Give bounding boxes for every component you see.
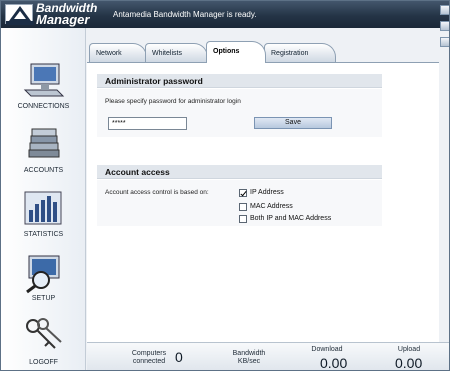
computers-connected-value: 0 — [175, 349, 183, 365]
options-panel: Administrator password Please specify pa… — [87, 62, 439, 342]
tab-bar: Network Whitelists Options Registration — [87, 41, 439, 63]
window-button-3[interactable] — [440, 37, 449, 47]
sidebar-item-connections[interactable]: CONNECTIONS — [1, 60, 86, 124]
accounts-icon — [28, 128, 60, 158]
computers-connected-label: Computers connected — [127, 350, 171, 366]
status-message: Antamedia Bandwidth Manager is ready. — [113, 10, 257, 19]
bandwidth-label-2: KB/sec — [237, 358, 261, 365]
account-access-heading: Account access — [97, 165, 382, 179]
both-ip-mac-checkbox[interactable] — [239, 215, 247, 223]
tab-network[interactable]: Network — [89, 43, 147, 62]
header-bar: Bandwidth Manager Antamedia Bandwidth Ma… — [1, 1, 449, 28]
mac-address-label: MAC Address — [250, 203, 293, 210]
status-bar: Computers connected 0 Bandwidth KB/sec D… — [87, 342, 449, 371]
sidebar-label-setup: SETUP — [31, 295, 56, 302]
tab-whitelists[interactable]: Whitelists — [145, 43, 208, 62]
sidebar-label-accounts: ACCOUNTS — [23, 167, 64, 174]
tab-registration[interactable]: Registration — [264, 43, 336, 62]
sidebar-item-setup[interactable]: SETUP — [1, 252, 86, 316]
sidebar-item-logoff[interactable]: LOGOFF — [1, 316, 86, 370]
magnifier-icon — [26, 255, 60, 294]
sidebar-label-logoff: LOGOFF — [29, 359, 58, 366]
antamedia-logo — [5, 4, 34, 25]
chart-icon — [24, 191, 62, 225]
admin-password-instruction: Please specify password for administrato… — [105, 98, 241, 105]
window-button-1[interactable] — [440, 5, 449, 15]
keys-icon — [26, 318, 62, 349]
app-title: Bandwidth Manager — [36, 2, 97, 26]
ip-address-label: IP Address — [250, 189, 284, 196]
computers-label-1: Computers — [131, 350, 167, 357]
main-area: Network Whitelists Options Registration … — [87, 28, 439, 342]
sidebar-item-statistics[interactable]: STATISTICS — [1, 188, 86, 252]
download-value: 0.00 — [320, 355, 348, 371]
save-button[interactable]: Save — [254, 117, 332, 129]
upload-value: 0.00 — [395, 355, 423, 371]
sidebar-item-accounts[interactable]: ACCOUNTS — [1, 124, 86, 188]
download-label: Download — [311, 346, 343, 353]
sidebar-label-statistics: STATISTICS — [23, 231, 64, 238]
admin-password-heading: Administrator password — [97, 74, 382, 88]
bandwidth-label: Bandwidth KB/sec — [227, 350, 271, 366]
computers-label-2: connected — [132, 358, 166, 365]
account-access-prompt: Account access control is based on: — [105, 189, 209, 196]
window-button-2[interactable] — [440, 21, 449, 31]
sidebar: CONNECTIONS ACCOUNTS STATISTICS SETUP LO… — [1, 28, 86, 370]
app-title-line2: Manager — [36, 12, 90, 27]
bandwidth-label-1: Bandwidth — [232, 350, 266, 357]
ip-address-checkbox[interactable] — [239, 189, 247, 197]
both-ip-mac-label: Both IP and MAC Address — [250, 215, 332, 222]
upload-label: Upload — [397, 346, 421, 353]
tab-options[interactable]: Options — [206, 41, 266, 63]
sidebar-label-connections: CONNECTIONS — [17, 103, 70, 110]
computer-icon — [23, 63, 65, 97]
right-toolbar — [439, 1, 449, 61]
app-window: Bandwidth Manager Antamedia Bandwidth Ma… — [0, 0, 450, 371]
admin-password-input[interactable]: ***** — [108, 117, 187, 130]
mac-address-checkbox[interactable] — [239, 203, 247, 211]
